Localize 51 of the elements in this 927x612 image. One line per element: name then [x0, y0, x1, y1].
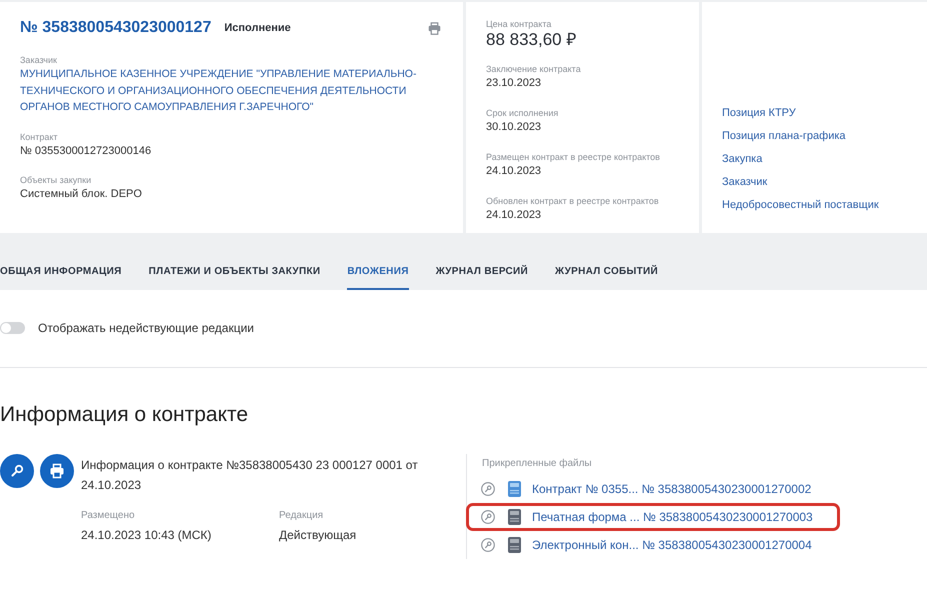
- field-label: Обновлен контракт в реестре контрактов: [486, 195, 659, 207]
- field-label: Объекты закупки: [20, 174, 92, 186]
- print-icon[interactable]: [428, 22, 441, 34]
- magnifier-icon[interactable]: [481, 482, 495, 496]
- tab[interactable]: ВЛОЖЕНИЯ: [347, 254, 409, 290]
- entry-title: Информация о контракте №35838005430 23 000127 0001 от 24.10.2023: [81, 457, 419, 494]
- file-link[interactable]: Контракт № 0355... № 35838005430230001270002: [532, 482, 812, 496]
- tab[interactable]: ПЛАТЕЖИ И ОБЪЕКТЫ ЗАКУПКИ: [148, 254, 320, 290]
- related-link[interactable]: Позиция плана-графика: [722, 128, 907, 144]
- contract-number: № 3583800543023000127: [20, 18, 212, 38]
- related-link[interactable]: Заказчик: [722, 174, 907, 190]
- print-button[interactable]: [40, 454, 74, 488]
- field-value: 24.10.2023: [486, 164, 542, 179]
- related-link[interactable]: Закупка: [722, 151, 907, 167]
- field-value: № 0355300012723000146: [20, 144, 152, 158]
- price-label: Цена контракта: [486, 18, 552, 30]
- document-icon: [508, 537, 521, 553]
- tab[interactable]: ЖУРНАЛ ВЕРСИЙ: [436, 254, 528, 290]
- document-icon: [508, 481, 521, 497]
- field-label: Заключение контракта: [486, 63, 581, 75]
- field-label: Заказчик: [20, 54, 57, 66]
- field-value: Системный блок. DEPO: [20, 187, 142, 202]
- status-label: Исполнение: [224, 21, 291, 35]
- meta-value: 24.10.2023 10:43 (МСК): [81, 527, 212, 544]
- magnifier-icon[interactable]: [481, 538, 495, 552]
- tab[interactable]: ОБЩАЯ ИНФОРМАЦИЯ: [0, 254, 122, 290]
- file-link[interactable]: Печатная форма ... № 35838005430230001270003: [532, 510, 813, 524]
- meta-label: Редакция: [279, 509, 324, 523]
- toggle-switch[interactable]: [0, 322, 25, 334]
- print-icon: [49, 463, 65, 479]
- related-link[interactable]: Позиция КТРУ: [722, 105, 907, 121]
- meta-label: Размещено: [81, 509, 135, 523]
- field-label: Контракт: [20, 130, 58, 142]
- files-label: Прикрепленные файлы: [481, 457, 593, 471]
- field-value: 24.10.2023: [486, 208, 542, 223]
- magnifier-icon: [9, 463, 25, 479]
- field-value: 30.10.2023: [486, 120, 542, 135]
- field-label: Срок исполнения: [486, 107, 558, 119]
- magnifier-icon[interactable]: [481, 510, 495, 524]
- field-label: Размещен контракт в реестре контрактов: [486, 151, 660, 163]
- file-link[interactable]: Электронный кон... № 35838005430230001270004: [532, 538, 812, 552]
- section-heading: Информация о контракте: [0, 402, 250, 428]
- tab[interactable]: ЖУРНАЛ СОБЫТИЙ: [555, 254, 658, 290]
- meta-value: Действующая: [279, 527, 356, 544]
- magnifier-button[interactable]: [0, 454, 34, 488]
- price-value: 88 833,60 ₽: [486, 30, 578, 50]
- field-value: 23.10.2023: [486, 76, 542, 91]
- customer-link[interactable]: МУНИЦИПАЛЬНОЕ КАЗЕННОЕ УЧРЕЖДЕНИЕ "УПРАВЛЕНИЕ МАТЕРИАЛЬНО-ТЕХНИЧЕСКОГО И ОРГАНИЗАЦИОННОГО ОБЕСПЕЧЕНИЯ ДЕЯТЕЛЬНОСТИ ОРГАНОВ МЕСТНОГО САМОУПРАВЛЕНИЯ Г.ЗАРЕЧНОГО": [20, 66, 435, 116]
- toggle-label: Отображать недействующие редакции: [38, 321, 254, 335]
- document-icon: [508, 509, 521, 525]
- related-link[interactable]: Недобросовестный поставщик: [722, 197, 907, 213]
